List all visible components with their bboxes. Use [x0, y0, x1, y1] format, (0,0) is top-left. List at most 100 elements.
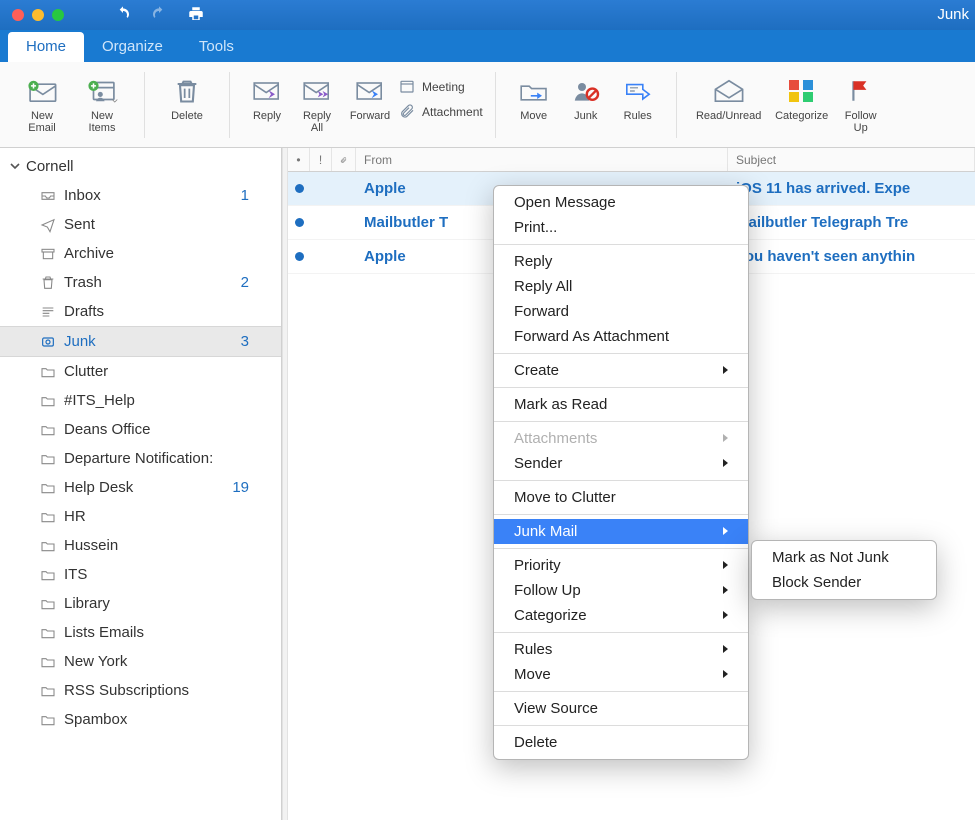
menu-item-forward-as-attachment[interactable]: Forward As Attachment [494, 324, 748, 349]
reply-button[interactable]: Reply [242, 70, 292, 123]
folder--its-help[interactable]: #ITS_Help [0, 386, 281, 415]
folder-new-york[interactable]: New York [0, 647, 281, 676]
menu-item-move[interactable]: Move [494, 662, 748, 687]
col-unread-dot[interactable]: • [288, 148, 310, 171]
categorize-button[interactable]: Categorize [769, 70, 835, 123]
menu-item-open-message[interactable]: Open Message [494, 190, 748, 215]
folder-inbox[interactable]: Inbox 1 [0, 181, 281, 210]
folder-clutter[interactable]: Clutter [0, 357, 281, 386]
follow-up-button[interactable]: Follow Up [835, 70, 887, 135]
menu-item-view-source[interactable]: View Source [494, 696, 748, 721]
col-from[interactable]: From [356, 148, 728, 171]
ribbon-separator [495, 72, 496, 138]
folder-icon [38, 683, 58, 699]
delete-button[interactable]: Delete [157, 70, 217, 123]
move-button[interactable]: Move [508, 70, 560, 123]
folder-archive[interactable]: Archive [0, 239, 281, 268]
meeting-button[interactable]: Meeting [398, 78, 483, 97]
folder-help-desk[interactable]: Help Desk 19 [0, 473, 281, 502]
menu-item-forward[interactable]: Forward [494, 299, 748, 324]
menu-separator [494, 421, 748, 422]
rules-arrow-icon [622, 74, 654, 108]
submenu-item-block-sender[interactable]: Block Sender [752, 570, 936, 595]
tab-home[interactable]: Home [8, 32, 84, 62]
context-menu[interactable]: Open MessagePrint... Reply Reply All Forwar… [493, 185, 749, 760]
junk-mail-submenu[interactable]: Mark as Not JunkBlock Sender [751, 540, 937, 600]
folder-lists-emails[interactable]: Lists Emails [0, 618, 281, 647]
menu-item-label: Move [514, 666, 551, 683]
forward-button[interactable]: Forward [342, 70, 398, 123]
junk-button[interactable]: Junk [560, 70, 612, 123]
reply-all-button[interactable]: Reply All [292, 70, 342, 135]
col-importance[interactable]: ! [310, 148, 332, 171]
folder-label: Sent [64, 216, 95, 233]
window-controls [0, 9, 64, 21]
sent-icon [38, 217, 58, 233]
menu-item-label: Forward As Attachment [514, 328, 669, 345]
menu-item-rules[interactable]: Rules [494, 637, 748, 662]
chevron-right-icon [722, 582, 730, 599]
print-icon[interactable] [186, 5, 206, 26]
menu-item-print-[interactable]: Print... [494, 215, 748, 240]
envelope-plus-icon [25, 74, 59, 108]
rules-button[interactable]: Rules [612, 70, 664, 123]
tab-organize[interactable]: Organize [84, 32, 181, 62]
menu-item-follow-up[interactable]: Follow Up [494, 578, 748, 603]
submenu-item-mark-as-not-junk[interactable]: Mark as Not Junk [752, 545, 936, 570]
menu-item-create[interactable]: Create [494, 358, 748, 383]
chevron-right-icon [722, 557, 730, 574]
menu-item-reply-all[interactable]: Reply All [494, 274, 748, 299]
chevron-right-icon [722, 362, 730, 379]
folder-label: Hussein [64, 537, 118, 554]
folder-hr[interactable]: HR [0, 502, 281, 531]
folder-spambox[interactable]: Spambox [0, 705, 281, 734]
minimize-window-button[interactable] [32, 9, 44, 21]
undo-icon[interactable] [114, 5, 132, 26]
folder-icon [38, 712, 58, 728]
trash-icon [38, 275, 58, 291]
folder-its[interactable]: ITS [0, 560, 281, 589]
folder-label: Inbox [64, 187, 101, 204]
content-area: Cornell Inbox 1 Sent Archive Trash 2 Dra… [0, 148, 975, 820]
menu-item-priority[interactable]: Priority [494, 553, 748, 578]
attachment-button[interactable]: Attachment [398, 103, 483, 122]
message-subject: Mailbutler Telegraph Tre [728, 214, 975, 231]
menu-item-categorize[interactable]: Categorize [494, 603, 748, 628]
menu-item-label: Priority [514, 557, 561, 574]
reply-all-icon [301, 74, 333, 108]
redo-icon[interactable] [150, 5, 168, 26]
chevron-down-icon [10, 158, 20, 175]
col-subject[interactable]: Subject [728, 148, 975, 171]
menu-item-reply[interactable]: Reply [494, 249, 748, 274]
folder-library[interactable]: Library [0, 589, 281, 618]
folder-rss-subscriptions[interactable]: RSS Subscriptions [0, 676, 281, 705]
folder-icon [38, 393, 58, 409]
folder-departure-notification-[interactable]: Departure Notification: [0, 444, 281, 473]
folder-deans-office[interactable]: Deans Office [0, 415, 281, 444]
folder-sent[interactable]: Sent [0, 210, 281, 239]
menu-item-delete[interactable]: Delete [494, 730, 748, 755]
folder-junk[interactable]: Junk 3 [0, 326, 281, 357]
tab-tools[interactable]: Tools [181, 32, 252, 62]
zoom-window-button[interactable] [52, 9, 64, 21]
menu-item-label: Reply All [514, 278, 572, 295]
close-window-button[interactable] [12, 9, 24, 21]
menu-item-junk-mail[interactable]: Junk Mail [494, 519, 748, 544]
folder-trash[interactable]: Trash 2 [0, 268, 281, 297]
new-email-button[interactable]: New Email [12, 70, 72, 135]
read-unread-button[interactable]: Read/Unread [689, 70, 769, 123]
envelope-open-icon [712, 74, 746, 108]
folder-label: Clutter [64, 363, 108, 380]
menu-item-label: Move to Clutter [514, 489, 616, 506]
folder-icon [38, 480, 58, 496]
menu-item-sender[interactable]: Sender [494, 451, 748, 476]
menu-item-move-to-clutter[interactable]: Move to Clutter [494, 485, 748, 510]
folder-hussein[interactable]: Hussein [0, 531, 281, 560]
menu-item-mark-as-read[interactable]: Mark as Read [494, 392, 748, 417]
folder-drafts[interactable]: Drafts [0, 297, 281, 326]
col-attachment[interactable] [332, 148, 356, 171]
chevron-right-icon [722, 607, 730, 624]
chevron-right-icon [722, 666, 730, 683]
account-header[interactable]: Cornell [0, 148, 281, 181]
new-items-button[interactable]: New Items [72, 70, 132, 135]
